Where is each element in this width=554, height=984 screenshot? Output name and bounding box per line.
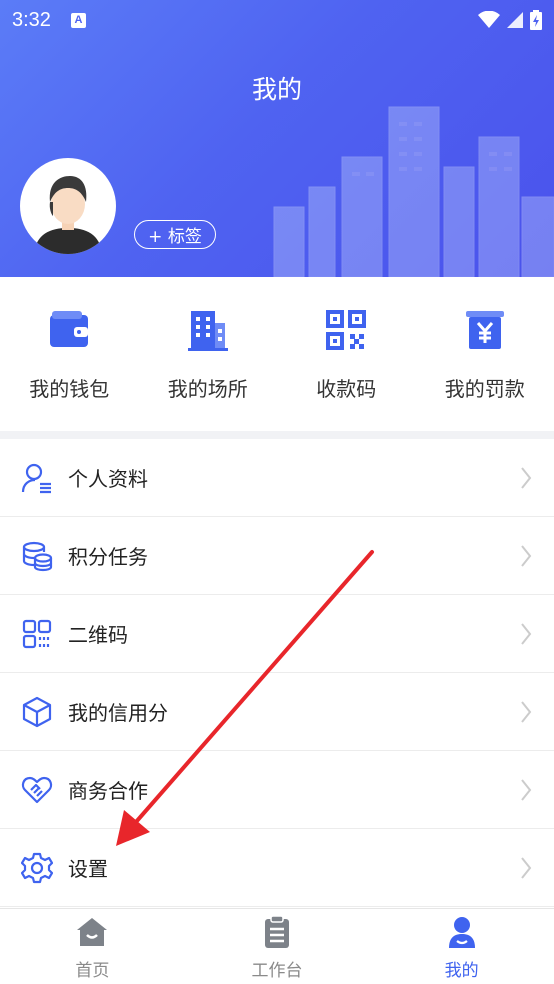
nav-tab-workbench[interactable]: 工作台 [185,909,370,984]
default-avatar-icon [22,160,114,254]
quick-action-label: 我的钱包 [29,377,110,401]
menu-list: 个人资料 积分任务 二维码 我的信用分 商务合作 设置 [0,439,554,907]
quick-actions: 我的钱包 我的场所 收款码 我的罚款 [0,277,554,431]
person-profile-icon [20,461,54,495]
status-icons [478,10,542,30]
chevron-right-icon [521,623,532,645]
quick-action-wallet[interactable]: 我的钱包 [0,277,139,431]
add-tag-button[interactable]: + 标签 [134,220,216,249]
chevron-right-icon [521,779,532,801]
city-skyline-illustration [273,106,554,277]
notification-a-icon: A [70,12,86,28]
user-icon [444,914,480,950]
menu-item-label: 我的信用分 [68,701,168,725]
menu-item-profile[interactable]: 个人资料 [0,439,554,517]
menu-item-settings[interactable]: 设置 [0,829,554,907]
qr-code-icon [323,307,369,353]
menu-item-label: 商务合作 [68,779,148,803]
menu-item-label: 个人资料 [68,467,148,491]
quick-action-venue[interactable]: 我的场所 [139,277,278,431]
nav-tab-label: 我的 [444,961,479,981]
status-time: 3:32 [12,8,51,31]
quick-action-label: 我的罚款 [444,377,525,401]
chevron-right-icon [521,545,532,567]
section-divider [0,431,554,439]
quick-action-payment-code[interactable]: 收款码 [277,277,416,431]
chevron-right-icon [521,857,532,879]
profile-header: 3:32 A 我的 + 标签 [0,0,554,277]
chevron-right-icon [521,701,532,723]
heart-handshake-icon [20,773,54,807]
chevron-right-icon [521,467,532,489]
menu-item-qr-code[interactable]: 二维码 [0,595,554,673]
page-title: 我的 [251,75,302,104]
fine-yen-icon [462,307,508,353]
signal-icon [507,12,523,28]
wifi-icon [478,11,500,28]
menu-item-credit-score[interactable]: 我的信用分 [0,673,554,751]
menu-item-label: 设置 [68,857,108,881]
menu-item-label: 积分任务 [68,545,148,569]
wallet-icon [46,307,92,353]
quick-action-label: 收款码 [316,377,377,401]
nav-tab-label: 首页 [75,961,110,981]
qr-grid-icon [20,617,54,651]
nav-tab-mine[interactable]: 我的 [369,909,554,984]
status-bar: 3:32 A [0,0,554,40]
home-icon [74,914,110,950]
quick-action-fines[interactable]: 我的罚款 [416,277,554,431]
cube-icon [20,695,54,729]
battery-icon [530,10,542,30]
coins-stack-icon [20,539,54,573]
nav-tab-home[interactable]: 首页 [0,909,185,984]
menu-item-business-cooperation[interactable]: 商务合作 [0,751,554,829]
bottom-nav: 首页 工作台 我的 [0,908,554,984]
menu-item-points-tasks[interactable]: 积分任务 [0,517,554,595]
nav-tab-label: 工作台 [251,961,303,981]
quick-action-label: 我的场所 [167,377,248,401]
avatar[interactable] [20,158,116,254]
building-icon [185,307,231,353]
menu-item-label: 二维码 [68,623,128,647]
gear-icon [20,851,54,885]
clipboard-icon [259,914,295,950]
